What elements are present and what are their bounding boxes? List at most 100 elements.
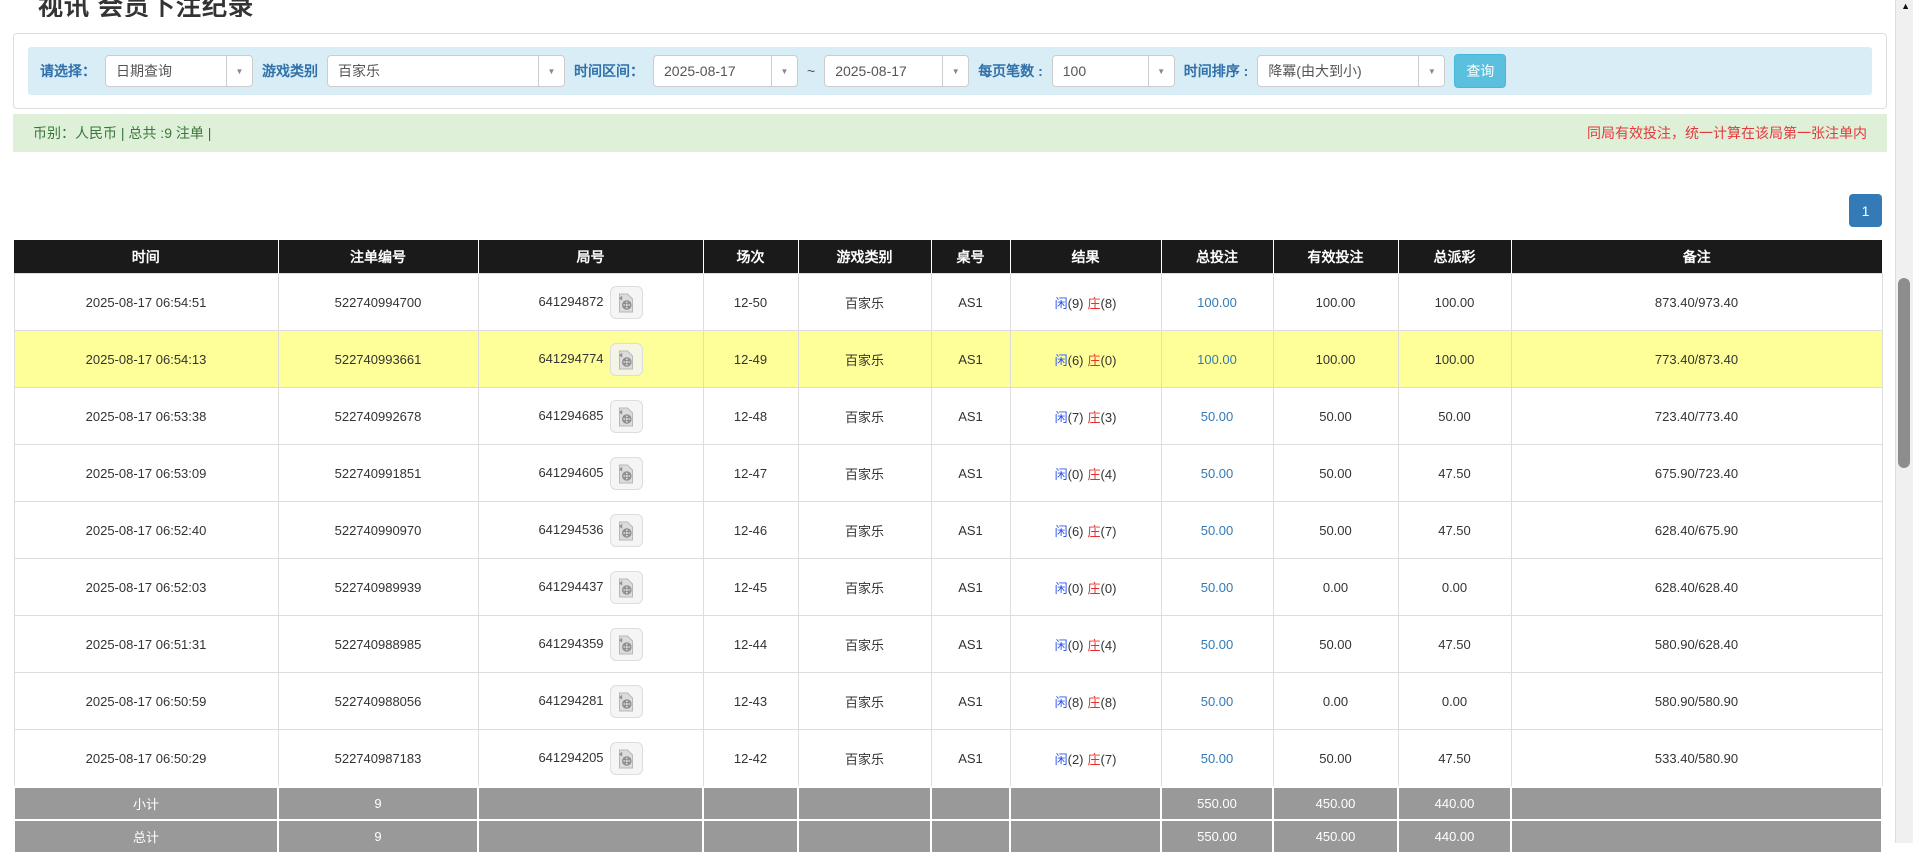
result-player-score: (7) bbox=[1068, 410, 1084, 425]
total-bet-link[interactable]: 50.00 bbox=[1201, 409, 1234, 424]
total-bet-link[interactable]: 50.00 bbox=[1201, 751, 1234, 766]
result-player-label: 闲 bbox=[1055, 410, 1068, 425]
bet-record-row: 2025-08-17 06:54:13 522740993661 6412947… bbox=[14, 331, 1882, 388]
bet-record-row: 2025-08-17 06:52:03 522740989939 6412944… bbox=[14, 559, 1882, 616]
video-replay-icon[interactable] bbox=[610, 514, 643, 547]
cell-round: 641294281 bbox=[478, 673, 703, 730]
cell-total-bet: 50.00 bbox=[1161, 445, 1273, 502]
cell-time: 2025-08-17 06:50:29 bbox=[14, 730, 278, 788]
main-content: 视讯 会员下注纪录 请选择： 日期查询 ▼ 游戏类别 百家乐 ▼ 时间区间： 2… bbox=[13, 0, 1887, 854]
chevron-down-icon[interactable]: ▼ bbox=[942, 56, 968, 86]
cell-remark: 675.90/723.40 bbox=[1511, 445, 1882, 502]
cell-payout: 100.00 bbox=[1398, 274, 1511, 331]
result-player-label: 闲 bbox=[1055, 752, 1068, 767]
chevron-down-icon[interactable]: ▼ bbox=[1418, 56, 1444, 86]
page-size-label: 每页笔数 : bbox=[978, 61, 1043, 81]
chevron-down-icon[interactable]: ▼ bbox=[771, 56, 797, 86]
result-banker-score: (7) bbox=[1101, 752, 1117, 767]
scroll-up-icon[interactable]: ▲ bbox=[1901, 1, 1910, 11]
result-banker-score: (8) bbox=[1101, 695, 1117, 710]
total-total-bet: 550.00 bbox=[1161, 820, 1273, 853]
scrollbar-thumb[interactable] bbox=[1898, 278, 1910, 468]
cell-game-type: 百家乐 bbox=[798, 730, 931, 788]
total-bet-link[interactable]: 50.00 bbox=[1201, 637, 1234, 652]
round-number: 641294774 bbox=[538, 350, 603, 365]
cell-session: 12-47 bbox=[703, 445, 798, 502]
cell-game-type: 百家乐 bbox=[798, 502, 931, 559]
vertical-scrollbar[interactable] bbox=[1895, 0, 1913, 843]
cell-bet-id: 522740988056 bbox=[278, 673, 478, 730]
col-header-result: 结果 bbox=[1010, 240, 1161, 274]
video-replay-icon[interactable] bbox=[610, 685, 643, 718]
cell-bet-id: 522740990970 bbox=[278, 502, 478, 559]
video-replay-icon[interactable] bbox=[610, 742, 643, 775]
cell-time: 2025-08-17 06:52:03 bbox=[14, 559, 278, 616]
cell-bet-id: 522740991851 bbox=[278, 445, 478, 502]
bet-record-row: 2025-08-17 06:53:09 522740991851 6412946… bbox=[14, 445, 1882, 502]
video-replay-icon[interactable] bbox=[610, 571, 643, 604]
cell-empty bbox=[931, 820, 1010, 853]
cell-remark: 723.40/773.40 bbox=[1511, 388, 1882, 445]
round-number: 641294437 bbox=[538, 578, 603, 593]
cell-time: 2025-08-17 06:53:38 bbox=[14, 388, 278, 445]
chevron-down-icon[interactable]: ▼ bbox=[538, 56, 564, 86]
cell-result: 闲(9)庄(8) bbox=[1010, 274, 1161, 331]
cell-round: 641294605 bbox=[478, 445, 703, 502]
chevron-down-icon[interactable]: ▼ bbox=[226, 56, 252, 86]
cell-empty bbox=[478, 787, 703, 820]
video-replay-icon[interactable] bbox=[610, 286, 643, 319]
chevron-down-icon[interactable]: ▼ bbox=[1148, 56, 1174, 86]
video-replay-icon[interactable] bbox=[610, 628, 643, 661]
game-type-select[interactable]: 百家乐 ▼ bbox=[327, 55, 565, 87]
total-bet-link[interactable]: 50.00 bbox=[1201, 694, 1234, 709]
cell-time: 2025-08-17 06:54:51 bbox=[14, 274, 278, 331]
col-header-bet-id: 注单编号 bbox=[278, 240, 478, 274]
cell-session: 12-45 bbox=[703, 559, 798, 616]
cell-remark: 580.90/580.90 bbox=[1511, 673, 1882, 730]
subtotal-count: 9 bbox=[278, 787, 478, 820]
cell-empty bbox=[703, 787, 798, 820]
video-replay-icon[interactable] bbox=[610, 343, 643, 376]
cell-table: AS1 bbox=[931, 388, 1010, 445]
cell-remark: 533.40/580.90 bbox=[1511, 730, 1882, 788]
col-header-total-bet: 总投注 bbox=[1161, 240, 1273, 274]
result-banker-label: 庄 bbox=[1088, 581, 1101, 596]
sort-order-select[interactable]: 降冪(由大到小) ▼ bbox=[1257, 55, 1445, 87]
date-from-select[interactable]: 2025-08-17 ▼ bbox=[653, 55, 798, 87]
date-to-select[interactable]: 2025-08-17 ▼ bbox=[824, 55, 969, 87]
col-header-time: 时间 bbox=[14, 240, 278, 274]
result-banker-label: 庄 bbox=[1088, 752, 1101, 767]
date-range-separator: ~ bbox=[807, 63, 815, 79]
time-range-label: 时间区间： bbox=[574, 61, 644, 81]
total-bet-link[interactable]: 100.00 bbox=[1197, 295, 1237, 310]
page-1-button[interactable]: 1 bbox=[1849, 194, 1882, 227]
page-size-value: 100 bbox=[1053, 63, 1148, 79]
result-banker-score: (8) bbox=[1101, 296, 1117, 311]
cell-total-bet: 50.00 bbox=[1161, 559, 1273, 616]
cell-empty bbox=[703, 820, 798, 853]
cell-game-type: 百家乐 bbox=[798, 559, 931, 616]
cell-empty bbox=[1010, 787, 1161, 820]
cell-remark: 628.40/628.40 bbox=[1511, 559, 1882, 616]
cell-valid-bet: 0.00 bbox=[1273, 559, 1398, 616]
cell-result: 闲(8)庄(8) bbox=[1010, 673, 1161, 730]
search-button[interactable]: 查询 bbox=[1454, 54, 1506, 88]
cell-game-type: 百家乐 bbox=[798, 673, 931, 730]
video-replay-icon[interactable] bbox=[610, 400, 643, 433]
total-count: 9 bbox=[278, 820, 478, 853]
cell-table: AS1 bbox=[931, 331, 1010, 388]
total-bet-link[interactable]: 50.00 bbox=[1201, 580, 1234, 595]
cell-empty bbox=[1010, 820, 1161, 853]
query-mode-select[interactable]: 日期查询 ▼ bbox=[105, 55, 253, 87]
page-size-select[interactable]: 100 ▼ bbox=[1052, 55, 1175, 87]
total-bet-link[interactable]: 100.00 bbox=[1197, 352, 1237, 367]
round-number: 641294685 bbox=[538, 407, 603, 422]
result-player-label: 闲 bbox=[1055, 695, 1068, 710]
total-bet-link[interactable]: 50.00 bbox=[1201, 466, 1234, 481]
video-replay-icon[interactable] bbox=[610, 457, 643, 490]
cell-result: 闲(6)庄(7) bbox=[1010, 502, 1161, 559]
result-banker-label: 庄 bbox=[1088, 638, 1101, 653]
page-title: 视讯 会员下注纪录 bbox=[38, 0, 1887, 17]
cell-game-type: 百家乐 bbox=[798, 388, 931, 445]
total-bet-link[interactable]: 50.00 bbox=[1201, 523, 1234, 538]
